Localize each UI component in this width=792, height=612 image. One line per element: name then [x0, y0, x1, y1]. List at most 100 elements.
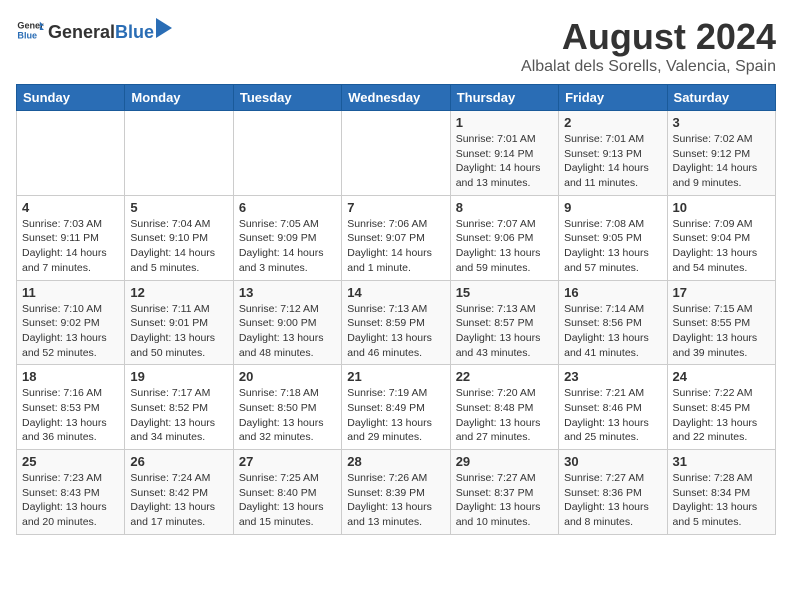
day-number: 22 — [456, 369, 553, 384]
day-info: Sunrise: 7:09 AMSunset: 9:04 PMDaylight:… — [673, 217, 770, 276]
calendar-day-cell: 6 Sunrise: 7:05 AMSunset: 9:09 PMDaylight… — [233, 195, 341, 280]
day-number: 27 — [239, 454, 336, 469]
calendar-week-row: 4 Sunrise: 7:03 AMSunset: 9:11 PMDaylight… — [17, 195, 776, 280]
day-info: Sunrise: 7:24 AMSunset: 8:42 PMDaylight:… — [130, 471, 227, 530]
logo-arrow-icon — [156, 18, 172, 38]
day-number: 6 — [239, 200, 336, 215]
day-info: Sunrise: 7:18 AMSunset: 8:50 PMDaylight:… — [239, 386, 336, 445]
day-info: Sunrise: 7:10 AMSunset: 9:02 PMDaylight:… — [22, 302, 119, 361]
day-info: Sunrise: 7:22 AMSunset: 8:45 PMDaylight:… — [673, 386, 770, 445]
calendar-day-cell — [125, 111, 233, 196]
calendar-day-cell: 11 Sunrise: 7:10 AMSunset: 9:02 PMDayligh… — [17, 280, 125, 365]
svg-text:Blue: Blue — [17, 30, 37, 40]
day-number: 1 — [456, 115, 553, 130]
day-number: 12 — [130, 285, 227, 300]
day-number: 30 — [564, 454, 661, 469]
day-number: 4 — [22, 200, 119, 215]
calendar-week-row: 25 Sunrise: 7:23 AMSunset: 8:43 PMDayligh… — [17, 450, 776, 535]
day-info: Sunrise: 7:17 AMSunset: 8:52 PMDaylight:… — [130, 386, 227, 445]
title-area: August 2024 Albalat dels Sorells, Valenc… — [521, 16, 776, 76]
calendar-day-cell: 3 Sunrise: 7:02 AMSunset: 9:12 PMDaylight… — [667, 111, 775, 196]
calendar-day-cell: 16 Sunrise: 7:14 AMSunset: 8:56 PMDayligh… — [559, 280, 667, 365]
calendar-day-cell: 20 Sunrise: 7:18 AMSunset: 8:50 PMDayligh… — [233, 365, 341, 450]
calendar-day-cell: 18Sunrise: 7:16 AMSunset: 8:53 PMDayligh… — [17, 365, 125, 450]
day-number: 16 — [564, 285, 661, 300]
day-info: Sunrise: 7:27 AMSunset: 8:36 PMDaylight:… — [564, 471, 661, 530]
calendar-day-cell — [17, 111, 125, 196]
weekday-header-cell: Wednesday — [342, 85, 450, 111]
day-number: 7 — [347, 200, 444, 215]
day-number: 5 — [130, 200, 227, 215]
day-number: 23 — [564, 369, 661, 384]
calendar-day-cell: 23 Sunrise: 7:21 AMSunset: 8:46 PMDayligh… — [559, 365, 667, 450]
day-number: 8 — [456, 200, 553, 215]
day-info: Sunrise: 7:12 AMSunset: 9:00 PMDaylight:… — [239, 302, 336, 361]
day-number: 3 — [673, 115, 770, 130]
logo-general-text: General — [48, 22, 115, 43]
day-info: Sunrise: 7:05 AMSunset: 9:09 PMDaylight:… — [239, 217, 336, 276]
day-number: 17 — [673, 285, 770, 300]
calendar-day-cell: 8 Sunrise: 7:07 AMSunset: 9:06 PMDaylight… — [450, 195, 558, 280]
calendar-day-cell: 4 Sunrise: 7:03 AMSunset: 9:11 PMDaylight… — [17, 195, 125, 280]
day-info: Sunrise: 7:15 AMSunset: 8:55 PMDaylight:… — [673, 302, 770, 361]
calendar-day-cell: 30 Sunrise: 7:27 AMSunset: 8:36 PMDayligh… — [559, 450, 667, 535]
weekday-header-row: SundayMondayTuesdayWednesdayThursdayFrid… — [17, 85, 776, 111]
calendar-day-cell: 24Sunrise: 7:22 AMSunset: 8:45 PMDayligh… — [667, 365, 775, 450]
day-number: 19 — [130, 369, 227, 384]
day-info: Sunrise: 7:19 AMSunset: 8:49 PMDaylight:… — [347, 386, 444, 445]
calendar-day-cell: 22 Sunrise: 7:20 AMSunset: 8:48 PMDayligh… — [450, 365, 558, 450]
calendar-day-cell: 13Sunrise: 7:12 AMSunset: 9:00 PMDayligh… — [233, 280, 341, 365]
day-info: Sunrise: 7:11 AMSunset: 9:01 PMDaylight:… — [130, 302, 227, 361]
day-number: 15 — [456, 285, 553, 300]
calendar-week-row: 18Sunrise: 7:16 AMSunset: 8:53 PMDayligh… — [17, 365, 776, 450]
calendar-day-cell: 25 Sunrise: 7:23 AMSunset: 8:43 PMDayligh… — [17, 450, 125, 535]
day-info: Sunrise: 7:23 AMSunset: 8:43 PMDaylight:… — [22, 471, 119, 530]
weekday-header-cell: Sunday — [17, 85, 125, 111]
day-number: 21 — [347, 369, 444, 384]
calendar-day-cell: 21 Sunrise: 7:19 AMSunset: 8:49 PMDayligh… — [342, 365, 450, 450]
day-info: Sunrise: 7:28 AMSunset: 8:34 PMDaylight:… — [673, 471, 770, 530]
day-number: 10 — [673, 200, 770, 215]
day-info: Sunrise: 7:06 AMSunset: 9:07 PMDaylight:… — [347, 217, 444, 276]
weekday-header-cell: Monday — [125, 85, 233, 111]
calendar-day-cell: 31 Sunrise: 7:28 AMSunset: 8:34 PMDayligh… — [667, 450, 775, 535]
header: General Blue General Blue August 2024 Alb… — [16, 16, 776, 76]
day-number: 28 — [347, 454, 444, 469]
day-number: 18 — [22, 369, 119, 384]
weekday-header-cell: Tuesday — [233, 85, 341, 111]
day-info: Sunrise: 7:02 AMSunset: 9:12 PMDaylight:… — [673, 132, 770, 191]
day-number: 20 — [239, 369, 336, 384]
calendar-day-cell: 1 Sunrise: 7:01 AMSunset: 9:14 PMDaylight… — [450, 111, 558, 196]
day-info: Sunrise: 7:01 AMSunset: 9:14 PMDaylight:… — [456, 132, 553, 191]
day-info: Sunrise: 7:14 AMSunset: 8:56 PMDaylight:… — [564, 302, 661, 361]
calendar-day-cell: 10 Sunrise: 7:09 AMSunset: 9:04 PMDayligh… — [667, 195, 775, 280]
day-info: Sunrise: 7:04 AMSunset: 9:10 PMDaylight:… — [130, 217, 227, 276]
day-info: Sunrise: 7:03 AMSunset: 9:11 PMDaylight:… — [22, 217, 119, 276]
day-number: 31 — [673, 454, 770, 469]
day-info: Sunrise: 7:01 AMSunset: 9:13 PMDaylight:… — [564, 132, 661, 191]
day-number: 2 — [564, 115, 661, 130]
page-title: August 2024 — [521, 16, 776, 58]
day-info: Sunrise: 7:07 AMSunset: 9:06 PMDaylight:… — [456, 217, 553, 276]
weekday-header-cell: Saturday — [667, 85, 775, 111]
calendar-day-cell: 9Sunrise: 7:08 AMSunset: 9:05 PMDaylight… — [559, 195, 667, 280]
calendar-day-cell: 26 Sunrise: 7:24 AMSunset: 8:42 PMDayligh… — [125, 450, 233, 535]
day-number: 26 — [130, 454, 227, 469]
day-number: 11 — [22, 285, 119, 300]
calendar-week-row: 1 Sunrise: 7:01 AMSunset: 9:14 PMDaylight… — [17, 111, 776, 196]
logo-icon: General Blue — [16, 16, 44, 44]
calendar-day-cell — [233, 111, 341, 196]
day-number: 25 — [22, 454, 119, 469]
weekday-header-cell: Thursday — [450, 85, 558, 111]
day-info: Sunrise: 7:20 AMSunset: 8:48 PMDaylight:… — [456, 386, 553, 445]
day-info: Sunrise: 7:27 AMSunset: 8:37 PMDaylight:… — [456, 471, 553, 530]
calendar-day-cell: 15Sunrise: 7:13 AMSunset: 8:57 PMDayligh… — [450, 280, 558, 365]
calendar-day-cell: 29Sunrise: 7:27 AMSunset: 8:37 PMDayligh… — [450, 450, 558, 535]
calendar-week-row: 11 Sunrise: 7:10 AMSunset: 9:02 PMDayligh… — [17, 280, 776, 365]
day-info: Sunrise: 7:25 AMSunset: 8:40 PMDaylight:… — [239, 471, 336, 530]
calendar-day-cell: 28Sunrise: 7:26 AMSunset: 8:39 PMDayligh… — [342, 450, 450, 535]
day-info: Sunrise: 7:21 AMSunset: 8:46 PMDaylight:… — [564, 386, 661, 445]
day-info: Sunrise: 7:13 AMSunset: 8:59 PMDaylight:… — [347, 302, 444, 361]
day-number: 9 — [564, 200, 661, 215]
calendar-day-cell — [342, 111, 450, 196]
